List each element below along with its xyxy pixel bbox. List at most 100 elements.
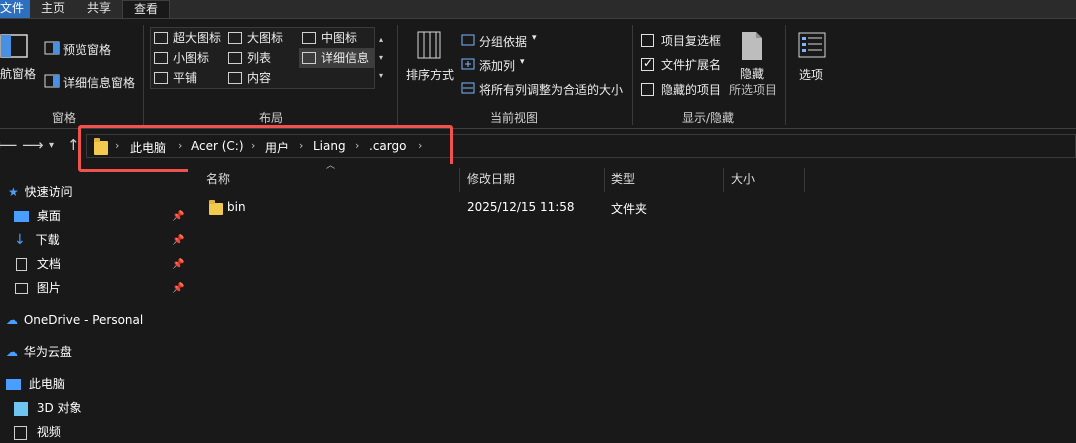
sidebar-item-label: 文档 [36, 257, 61, 271]
navigation-pane-icon[interactable] [0, 33, 28, 59]
forward-arrow-icon[interactable]: ⟶ [22, 136, 44, 154]
tiles-icon [154, 72, 168, 84]
ribbon-tabs: 文件 主页 共享 查看 [0, 0, 1076, 18]
details-pane-icon [44, 74, 60, 88]
layout-details[interactable]: 详细信息 [299, 48, 374, 68]
item-checkboxes-checkbox[interactable] [641, 34, 654, 47]
chevron-down-icon: ▾ [532, 33, 537, 43]
hidden-items-checkbox[interactable] [641, 83, 654, 96]
group-by-button[interactable]: 分组依据 [479, 33, 527, 50]
video-icon [14, 425, 27, 440]
hide-selected-sublabel: 所选项目 [729, 83, 778, 97]
pin-icon[interactable]: 📌 [172, 259, 184, 270]
sidebar-item-label: 桌面 [36, 209, 61, 223]
cube-icon [14, 401, 28, 416]
cloud-icon: ☁ [6, 313, 18, 327]
hide-selected-button[interactable]: 隐藏 [740, 65, 764, 82]
pin-icon[interactable]: 📌 [172, 211, 184, 222]
medium-icons-icon [302, 32, 316, 44]
file-type: 文件夹 [611, 202, 648, 216]
download-arrow-icon: ↓ [14, 232, 26, 248]
current-view-group-label: 当前视图 [490, 111, 539, 125]
picture-icon [15, 283, 28, 294]
layout-group-label: 布局 [259, 111, 284, 125]
layout-list[interactable]: 列表 [225, 48, 271, 68]
column-header-type[interactable]: 类型 [605, 168, 724, 192]
sidebar-item-onedrive[interactable]: ☁ OneDrive - Personal [6, 309, 143, 331]
tab-share[interactable]: 共享 [76, 0, 122, 18]
layout-medium-icons[interactable]: 中图标 [299, 28, 357, 48]
hide-selected-icon [742, 32, 762, 60]
column-header-name[interactable]: 名称 [200, 168, 460, 192]
tab-file[interactable]: 文件 [0, 0, 31, 18]
folder-icon [209, 200, 223, 215]
sidebar-item-label: 此电脑 [28, 377, 65, 391]
divider [143, 25, 144, 125]
layout-content[interactable]: 内容 [225, 68, 271, 88]
sidebar-item-label: 3D 对象 [36, 401, 82, 415]
navigation-pane-button[interactable]: 导航窗格 [0, 65, 36, 82]
recent-locations-chevron-icon[interactable]: ▾ [49, 140, 54, 151]
sidebar-item-label: 视频 [36, 425, 61, 439]
sidebar-item-label: OneDrive - Personal [23, 313, 144, 327]
file-extensions-label[interactable]: 文件扩展名 [661, 56, 721, 73]
sidebar-item-3d-objects[interactable]: 3D 对象 [14, 397, 82, 419]
content-icon [228, 72, 242, 84]
sidebar-item-downloads[interactable]: ↓ 下载 [14, 229, 60, 251]
add-columns-icon [461, 58, 475, 70]
list-icon [228, 52, 242, 64]
computer-icon [6, 379, 21, 390]
add-columns-button[interactable]: 添加列 [479, 57, 515, 74]
sidebar-item-documents[interactable]: 文档 [16, 253, 61, 275]
file-modified: 2025/12/15 11:58 [467, 200, 575, 214]
show-hide-group-label: 显示/隐藏 [682, 111, 735, 125]
file-list: ︿ 名称 修改日期 类型 大小 bin 2025/12/15 11:58 文件夹 [188, 161, 1076, 443]
layout-small-icons[interactable]: 小图标 [151, 48, 209, 68]
details-icon [302, 52, 316, 64]
file-extensions-checkbox[interactable] [641, 56, 654, 71]
sidebar-item-videos[interactable]: 视频 [14, 421, 61, 443]
layout-label: 列表 [247, 51, 272, 65]
divider [397, 25, 398, 125]
column-header-modified[interactable]: 修改日期 [461, 168, 605, 192]
options-icon [798, 32, 826, 58]
table-row[interactable]: bin 2025/12/15 11:58 文件夹 [200, 194, 820, 222]
file-name: bin [227, 200, 246, 214]
sidebar-item-huawei-cloud[interactable]: ☁ 华为云盘 [6, 341, 72, 363]
panes-group-label: 窗格 [52, 111, 77, 125]
document-icon [16, 258, 27, 271]
sidebar-item-label: 华为云盘 [23, 345, 72, 359]
layout-label: 大图标 [247, 31, 284, 45]
pin-icon[interactable]: 📌 [172, 235, 184, 246]
layout-label: 超大图标 [173, 31, 222, 45]
sidebar-item-label: 快速访问 [24, 185, 73, 199]
sort-by-icon [417, 31, 441, 59]
layout-gallery-scroll[interactable]: ▴ ▾ ▾ [376, 31, 386, 87]
options-button[interactable]: 选项 [799, 66, 823, 83]
back-arrow-icon[interactable]: ⟵ [0, 136, 18, 154]
small-icons-icon [154, 52, 168, 64]
preview-pane-button[interactable]: 预览窗格 [63, 41, 111, 58]
divider [785, 25, 786, 125]
size-all-columns-button[interactable]: 将所有列调整为合适的大小 [479, 81, 623, 98]
sidebar-item-this-pc[interactable]: 此电脑 [6, 373, 65, 395]
layout-extra-large-icons[interactable]: 超大图标 [151, 28, 221, 48]
layout-large-icons[interactable]: 大图标 [225, 28, 283, 48]
sort-by-button[interactable]: 排序方式 [406, 66, 454, 83]
star-icon: ★ [8, 185, 19, 199]
layout-label: 平铺 [173, 71, 198, 85]
column-header-size[interactable]: 大小 [725, 168, 805, 192]
tab-home[interactable]: 主页 [30, 0, 76, 18]
hidden-items-label[interactable]: 隐藏的项目 [661, 81, 721, 98]
cloud-icon: ☁ [6, 345, 18, 359]
sidebar-item-desktop[interactable]: 桌面 [14, 205, 61, 227]
divider [632, 25, 633, 125]
sidebar-item-pictures[interactable]: 图片 [15, 277, 61, 299]
pin-icon[interactable]: 📌 [172, 283, 184, 294]
ribbon: 导航窗格 预览窗格 详细信息窗格 窗格 超大图标 大图标 中图标 小图标 列表 … [0, 18, 1076, 129]
tab-view[interactable]: 查看 [122, 0, 171, 18]
item-checkboxes-label[interactable]: 项目复选框 [661, 32, 721, 49]
layout-tiles[interactable]: 平铺 [151, 68, 197, 88]
sidebar-item-quick-access[interactable]: ★ 快速访问 [8, 181, 73, 203]
details-pane-button[interactable]: 详细信息窗格 [63, 74, 135, 91]
